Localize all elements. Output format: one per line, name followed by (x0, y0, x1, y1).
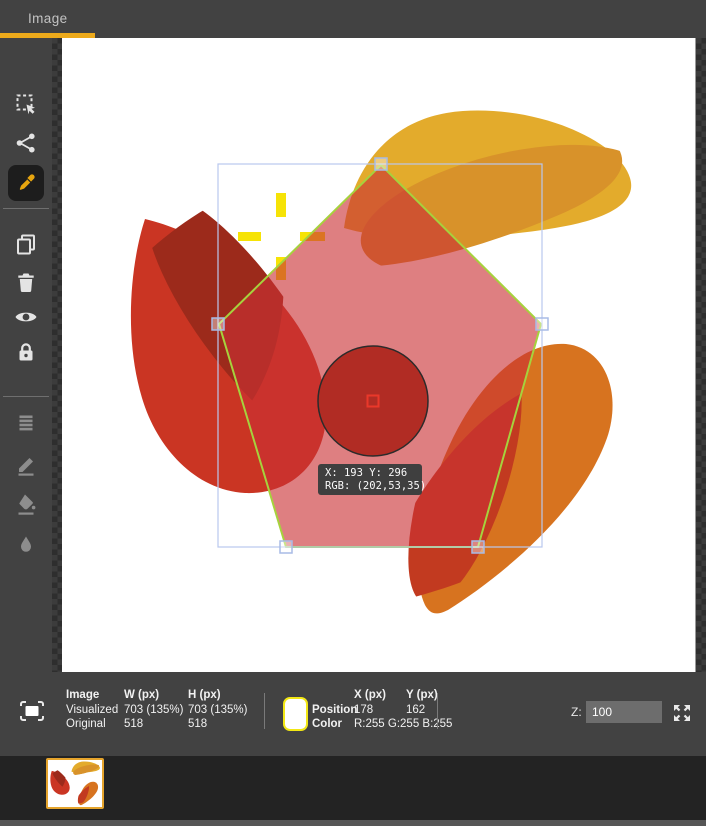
fit-view-icon[interactable] (18, 698, 46, 724)
canvas-viewport: X: 193 Y: 296 RGB: (202,53,35) (52, 38, 706, 672)
visualized-width: 703 (135%) (124, 703, 184, 716)
fill-icon[interactable] (14, 492, 38, 516)
statusbar-divider (264, 693, 265, 729)
col-header: Y (px) (406, 689, 438, 701)
tool-palette (0, 38, 52, 672)
tab-image[interactable]: Image (28, 11, 68, 26)
tooltip-rgb: RGB: (202,53,35) (325, 480, 427, 492)
col-header: W (px) (124, 689, 160, 701)
pixel-info-tooltip: X: 193 Y: 296 RGB: (202,53,35) (318, 464, 427, 495)
status-bar: Image W (px) H (px) Visualized 703 (135%… (0, 672, 706, 756)
col-header: X (px) (354, 689, 386, 701)
image-canvas[interactable]: X: 193 Y: 296 RGB: (202,53,35) (62, 38, 695, 672)
toolbar-divider (3, 208, 49, 209)
annotated-image (130, 110, 635, 614)
top-bar: Image (0, 0, 706, 38)
statusbar-divider (437, 693, 438, 729)
row-label: Color (312, 718, 343, 730)
transparency-checker-left (52, 38, 62, 672)
pointer-color-value: R:255 G:255 B:255 (354, 718, 453, 730)
pointer-y: 162 (406, 703, 426, 716)
row-label: Original (66, 718, 106, 730)
handle-bottom-right (471, 540, 485, 554)
rect-select-icon[interactable] (14, 92, 38, 116)
original-height: 518 (188, 718, 208, 730)
zoom-label: Z: (571, 705, 582, 719)
handle-bottom-left (279, 540, 293, 554)
col-header: Image (66, 689, 100, 701)
image-thumbnail[interactable] (46, 758, 104, 809)
lock-icon[interactable] (14, 340, 38, 364)
zoom-input[interactable] (586, 701, 662, 723)
thumbnail-preview (48, 760, 101, 806)
transparency-checker-right (696, 38, 706, 672)
copy-icon[interactable] (14, 232, 38, 256)
layers-icon[interactable] (14, 411, 38, 435)
handle-top (374, 157, 388, 171)
eyedropper-tool-active[interactable] (8, 165, 44, 201)
toolbar-divider (3, 396, 49, 397)
row-label: Visualized (66, 703, 119, 716)
row-label: Position (312, 703, 358, 716)
horizontal-scrollbar[interactable] (0, 820, 706, 826)
visualized-height: 703 (135%) (188, 703, 248, 716)
original-width: 518 (124, 718, 144, 730)
eyedropper-icon (19, 174, 35, 190)
handle-left (211, 317, 225, 331)
app-window: { "window": { "tab_label": "Image" }, "t… (0, 0, 706, 826)
pixel-color-swatch (283, 697, 308, 731)
thumbnail-strip (0, 756, 706, 820)
image-size-table: Image W (px) H (px) Visualized 703 (135%… (66, 688, 252, 732)
handle-right (535, 317, 549, 331)
blur-icon[interactable] (14, 533, 38, 557)
pointer-info-table: X (px) Y (px) Position 178 162 Color R:2… (312, 688, 456, 732)
pointer-x: 178 (354, 703, 374, 716)
fullscreen-icon[interactable] (672, 703, 692, 723)
polygon-select-icon[interactable] (14, 131, 38, 155)
col-header: H (px) (188, 689, 221, 701)
tooltip-coords: X: 193 Y: 296 (325, 467, 408, 479)
circle-annotation (317, 345, 429, 457)
delete-icon[interactable] (14, 270, 38, 294)
draw-icon[interactable] (14, 453, 38, 477)
visibility-icon[interactable] (14, 305, 38, 329)
